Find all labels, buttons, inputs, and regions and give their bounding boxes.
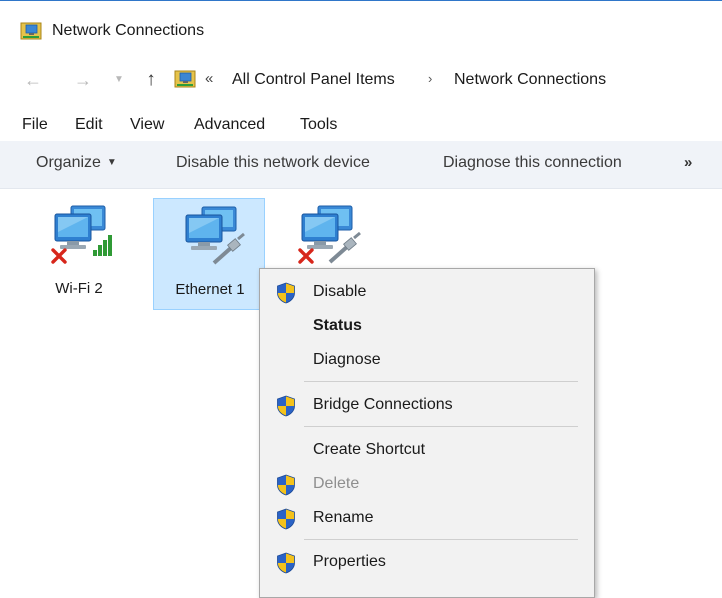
menu-file[interactable]: File: [22, 116, 48, 134]
menu-bar: File Edit View Advanced Tools: [0, 112, 722, 138]
breadcrumb-network-connections[interactable]: Network Connections: [454, 71, 606, 89]
menu-item-label: Diagnose: [313, 351, 381, 368]
organize-button[interactable]: Organize ▼: [36, 154, 117, 172]
connection-label: Wi-Fi 2: [55, 280, 103, 297]
context-menu-disable[interactable]: Disable: [260, 276, 594, 308]
context-menu-create-shortcut[interactable]: Create Shortcut: [260, 434, 594, 466]
menu-separator: [304, 426, 578, 427]
breadcrumb-all-control-panel-items[interactable]: All Control Panel Items: [232, 71, 395, 89]
context-menu: Disable Status Diagnose Bridge Connectio…: [259, 268, 595, 598]
uac-shield-icon: [276, 395, 296, 417]
diagnose-connection-button[interactable]: Diagnose this connection: [443, 154, 622, 172]
menu-item-label: Delete: [313, 475, 360, 492]
connection-ethernet-1[interactable]: Ethernet 1: [153, 198, 265, 310]
menu-item-label: Properties: [313, 553, 386, 570]
uac-shield-icon: [276, 508, 296, 530]
up-arrow-icon[interactable]: ↑: [140, 67, 162, 93]
menu-item-label: Status: [313, 317, 362, 334]
ethernet-adapter-icon: [180, 205, 245, 265]
context-menu-diagnose[interactable]: Diagnose: [260, 344, 594, 376]
uac-shield-icon: [276, 474, 296, 496]
caret-down-icon: ▼: [106, 157, 117, 168]
context-menu-rename[interactable]: Rename: [260, 502, 594, 534]
menu-item-label: Disable: [313, 283, 367, 300]
title-bar: Network Connections: [0, 1, 722, 57]
menu-edit[interactable]: Edit: [75, 116, 103, 134]
menu-item-label: Bridge Connections: [313, 396, 453, 413]
disconnected-x-icon: [51, 248, 67, 264]
breadcrumb-overflow-icon[interactable]: «: [205, 70, 213, 87]
disable-device-button[interactable]: Disable this network device: [176, 154, 370, 172]
disconnected-x-icon: [298, 248, 314, 264]
breadcrumb-separator-icon[interactable]: ›: [428, 71, 432, 86]
forward-arrow-icon[interactable]: →: [72, 67, 94, 93]
connection-wifi-2[interactable]: Wi-Fi 2: [23, 198, 135, 310]
context-menu-properties[interactable]: Properties: [260, 546, 594, 578]
more-commands-icon[interactable]: »: [684, 154, 692, 171]
uac-shield-icon: [276, 552, 296, 574]
menu-tools[interactable]: Tools: [300, 116, 337, 134]
menu-view[interactable]: View: [130, 116, 164, 134]
menu-advanced[interactable]: Advanced: [194, 116, 265, 134]
menu-separator: [304, 381, 578, 382]
context-menu-bridge-connections[interactable]: Bridge Connections: [260, 389, 594, 421]
organize-label: Organize: [36, 154, 101, 171]
ethernet-adapter-icon: [298, 204, 361, 264]
context-menu-delete: Delete: [260, 468, 594, 500]
wifi-adapter-icon: [51, 204, 112, 264]
menu-item-label: Rename: [313, 509, 374, 526]
context-menu-status[interactable]: Status: [260, 310, 594, 342]
recent-locations-chevron-icon[interactable]: ▼: [108, 67, 130, 93]
command-bar: Organize ▼ Disable this network device Di…: [0, 141, 722, 189]
connection-label: Ethernet 1: [175, 281, 245, 298]
uac-shield-icon: [276, 282, 296, 304]
network-connections-icon: [20, 22, 42, 40]
control-panel-icon: [174, 70, 196, 88]
menu-item-label: Create Shortcut: [313, 441, 426, 458]
menu-separator: [304, 539, 578, 540]
back-arrow-icon[interactable]: ←: [22, 67, 44, 93]
window-title: Network Connections: [52, 22, 205, 39]
address-row: ← → ▼ ↑ « All Control Panel Items › Netw…: [0, 58, 722, 102]
